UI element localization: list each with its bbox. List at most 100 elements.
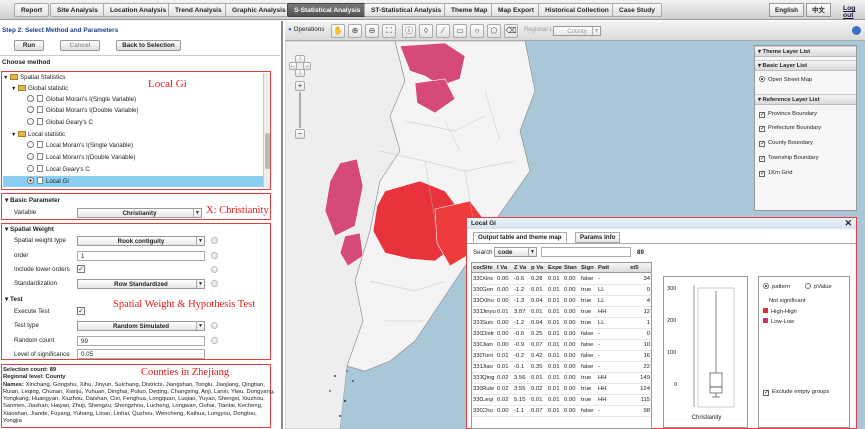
pvalue-option[interactable]: pValue <box>805 283 832 290</box>
layer-county-boundary[interactable]: ✓ County Boundary <box>759 139 813 147</box>
basic-layer-list-header[interactable]: ▾ Basic Layer List <box>755 60 856 71</box>
pattern-option[interactable]: pattern <box>763 283 790 290</box>
column-header[interactable]: Stan <box>564 263 581 273</box>
radio-icon[interactable] <box>27 165 34 172</box>
column-header[interactable]: Sign <box>581 263 598 273</box>
column-header[interactable]: Patt <box>598 263 614 273</box>
radio-icon[interactable] <box>27 153 34 160</box>
search-field-select[interactable]: code ▼ <box>494 247 537 257</box>
back-to-selection-button[interactable]: Back to Selection <box>116 40 181 51</box>
polygon-icon[interactable]: ⬠ <box>487 24 501 38</box>
radio-icon[interactable] <box>805 283 811 289</box>
table-row[interactable]: 330 Gon 0.00 -1.2 0.01 0.01 0.00 true LL 0 <box>472 285 651 296</box>
zoom-out-icon[interactable]: ⊖ <box>365 24 379 38</box>
radio-selected-icon[interactable] <box>27 177 34 184</box>
column-header[interactable]: I Va <box>497 263 514 273</box>
tree-item-global-morans-double[interactable]: Global Moran's I(Double Variable) <box>27 105 139 116</box>
checkbox-checked-icon[interactable]: ✓ <box>759 156 765 162</box>
layer-township-boundary[interactable]: ✓ Township Boundary <box>759 154 819 162</box>
chinese-button[interactable]: 中文 <box>806 3 831 17</box>
tab-theme-map[interactable]: Theme Map <box>444 3 495 17</box>
checkbox-checked-icon[interactable]: ✓ <box>759 141 765 147</box>
cancel-button[interactable]: Cancel <box>60 40 100 51</box>
table-row[interactable]: 330 Tonl 0.01 -0.2 0.42 0.01 0.00 false - 16 <box>472 351 651 362</box>
collapse-icon[interactable] <box>852 26 861 35</box>
checkbox-checked-icon[interactable]: ✓ <box>763 390 769 396</box>
random-count-input[interactable]: 99 <box>77 336 205 346</box>
execute-test-checkbox[interactable]: ✓ <box>77 307 85 315</box>
tab-params-info[interactable]: Params Info <box>575 232 621 243</box>
tree-item-local-morans-double[interactable]: Local Moran's I(Double Variable) <box>27 152 135 163</box>
table-row[interactable]: 330 Rule 0.02 3.55 0.02 0.01 0.00 true HH 124 <box>472 384 651 395</box>
table-row[interactable]: 330 Xinc 0.00 -0.6 0.28 0.01 0.00 false -34 <box>472 274 651 285</box>
tab-graphic-analysis[interactable]: Graphic Analysis <box>225 3 293 17</box>
table-row[interactable]: 330 Distr 0.00 -0.6 0.25 0.01 0.00 false -0 <box>472 329 651 340</box>
include-lower-orders-checkbox[interactable]: ✓ <box>77 265 85 273</box>
significance-input[interactable]: 0.05 <box>77 349 205 359</box>
tab-historical-collection[interactable]: Historical Collection <box>538 3 616 17</box>
theme-layer-list-header[interactable]: ▾ Theme Layer List <box>755 46 856 57</box>
rectangle-icon[interactable]: ▭ <box>453 24 467 38</box>
layer-1km-grid[interactable]: ✓ 1Km Grid <box>759 169 792 177</box>
layer-open-street-map[interactable]: Open Street Map <box>759 76 812 84</box>
reference-layer-list-header[interactable]: ▾ Reference Layer List <box>755 94 856 105</box>
table-row[interactable]: 330 Jian 0.00 -0.9 0.07 0.01 0.00 false - 10 <box>472 340 651 351</box>
tree-item-global-gearys-c[interactable]: Global Geary's C <box>27 117 93 128</box>
help-icon[interactable] <box>211 266 218 273</box>
radio-icon[interactable] <box>27 118 34 125</box>
pan-control[interactable]: ↑ ← → ↓ <box>289 55 311 77</box>
column-header[interactable]: p Va <box>531 263 548 273</box>
column-header[interactable]: Expe <box>548 263 564 273</box>
map-view[interactable]: ● Operations ✋ ⊕ ⊖ ⛶ ⓘ ◊ ∕ ▭ ○ ⬠ ⌫ Regio… <box>285 21 865 429</box>
tree-node-spatial-statistics[interactable]: ▼ Spatial Statistics <box>3 72 65 83</box>
help-icon[interactable] <box>211 337 218 344</box>
radio-selected-icon[interactable] <box>759 76 765 82</box>
regional-level-select[interactable]: County ▼ <box>553 26 601 36</box>
tree-item-local-gi[interactable]: Local Gi <box>3 176 265 187</box>
tab-s-statistical-analysis[interactable]: S-Statistical Analysis <box>287 3 368 17</box>
tree-item-local-gearys-c[interactable]: Local Geary's C <box>27 164 90 175</box>
tab-st-statistical-analysis[interactable]: ST-Statistical Analysis <box>364 3 449 17</box>
help-icon[interactable] <box>211 322 218 329</box>
search-input[interactable] <box>541 247 631 257</box>
table-row[interactable]: 331 Jiao 0.01 -0.1 0.35 0.01 0.00 false - 22 <box>472 362 651 373</box>
tree-item-global-morans-single[interactable]: Global Moran's I(Single Variable) <box>27 94 136 105</box>
clear-icon[interactable]: ⌫ <box>504 24 518 38</box>
zoom-slider[interactable] <box>299 92 301 128</box>
column-header[interactable]: st5 <box>630 263 650 273</box>
column-header[interactable]: code <box>473 263 482 273</box>
spatial-weight-type-select[interactable]: Rook contiguity ▼ <box>77 236 205 246</box>
english-button[interactable]: English <box>769 3 805 17</box>
run-button[interactable]: Run <box>14 40 44 51</box>
info-icon[interactable]: ⓘ <box>402 24 416 38</box>
pan-down-icon[interactable]: ↓ <box>295 69 305 77</box>
tree-item-local-morans-single[interactable]: Local Moran's I(Single Variable) <box>27 140 133 151</box>
pan-icon[interactable]: ✋ <box>331 24 345 38</box>
tab-case-study[interactable]: Case Study <box>612 3 662 17</box>
checkbox-checked-icon[interactable]: ✓ <box>759 112 765 118</box>
table-row[interactable]: 330 Leqi 0.02 5.15 0.01 0.01 0.00 true HH 115 <box>472 395 651 406</box>
help-icon[interactable] <box>211 237 218 244</box>
tab-trend-analysis[interactable]: Trend Analysis <box>168 3 229 17</box>
zoom-minus-icon[interactable]: − <box>295 129 305 139</box>
column-header[interactable]: Site <box>482 263 497 273</box>
table-row[interactable]: 331 Qing 0.02 3.56 0.01 0.01 0.00 true HH 149 <box>472 373 651 384</box>
tab-output-table[interactable]: Output table and theme map <box>473 232 567 243</box>
order-input[interactable]: 1 <box>77 251 205 261</box>
help-icon[interactable] <box>211 280 218 287</box>
tab-map-export[interactable]: Map Export <box>491 3 541 17</box>
point-icon[interactable]: ◊ <box>419 24 433 38</box>
zoom-in-icon[interactable]: ⊕ <box>348 24 362 38</box>
table-row[interactable]: 330 Xihu 0.00 -1.3 0.04 0.01 0.00 true LL 4 <box>472 296 651 307</box>
zoom-plus-icon[interactable]: + <box>295 81 305 91</box>
radio-selected-icon[interactable] <box>763 283 769 289</box>
table-row[interactable]: 331 Jinyu 0.01 3.87 0.01 0.01 0.00 true HH 12 <box>472 307 651 318</box>
tree-scrollbar[interactable] <box>263 73 270 188</box>
table-row[interactable]: 331 Suic 0.00 -1.2 0.04 0.01 0.00 true LL 1 <box>472 318 651 329</box>
tab-site-analysis[interactable]: Site Analysis <box>50 3 105 17</box>
radio-icon[interactable] <box>27 106 34 113</box>
line-icon[interactable]: ∕ <box>436 24 450 38</box>
radio-icon[interactable] <box>27 141 34 148</box>
radio-icon[interactable] <box>27 95 34 102</box>
layer-province-boundary[interactable]: ✓ Province Boundary <box>759 110 817 118</box>
